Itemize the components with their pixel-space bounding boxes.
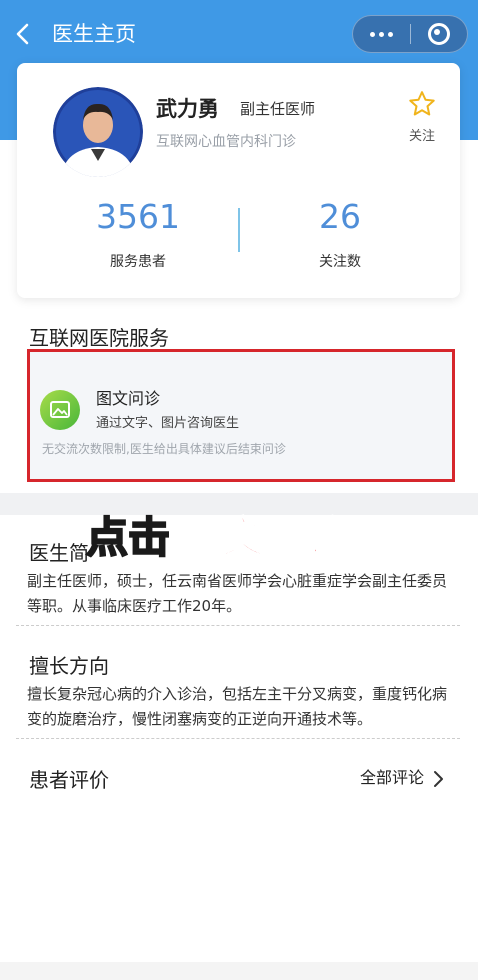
intro-title: 医生简 — [29, 541, 89, 565]
back-arrow-icon — [16, 23, 29, 45]
more-button[interactable] — [353, 16, 410, 52]
overlay-click-text: 点击 — [85, 512, 171, 563]
all-reviews-label: 全部评论 — [360, 768, 425, 787]
stat-value: 3561 — [96, 197, 180, 236]
specialty-text: 擅长复杂冠心病的介入诊治，包括左主干分叉病变，重度钙化病变的旋磨治疗，慢性闭塞病… — [27, 685, 448, 728]
follow-button[interactable]: 关注 — [402, 87, 442, 145]
service-description: 通过文字、图片咨询医生 — [96, 416, 240, 431]
stat-label: 关注数 — [319, 254, 361, 270]
back-button[interactable] — [10, 18, 38, 50]
bottom-strip — [0, 962, 478, 980]
stat-value: 26 — [319, 197, 361, 236]
stat-followers: 26 关注数 — [265, 197, 415, 271]
image-icon — [50, 401, 70, 418]
specialty-title: 擅长方向 — [29, 654, 109, 678]
follow-label: 关注 — [408, 129, 435, 144]
service-note: 无交流次数限制,医生给出具体建议后结束问诊 — [42, 442, 286, 456]
doctor-avatar — [53, 87, 143, 177]
overlay-target-text: 图文问诊 — [179, 512, 349, 563]
reviews-title: 患者评价 — [29, 768, 109, 792]
service-name: 图文问诊 — [96, 389, 161, 408]
miniprogram-capsule — [352, 15, 468, 53]
dashed-divider — [16, 625, 460, 626]
image-text-consult-service[interactable]: 图文问诊 通过文字、图片咨询医生 无交流次数限制,医生给出具体建议后结束问诊 — [27, 349, 455, 482]
stat-served-patients: 3561 服务患者 — [63, 197, 213, 271]
doctor-title: 副主任医师 — [240, 100, 316, 118]
close-button[interactable] — [411, 16, 467, 52]
dashed-divider — [16, 738, 460, 739]
navigation-bar: 医生主页 — [0, 0, 478, 66]
all-reviews-link[interactable]: 全部评论 — [360, 764, 444, 788]
doctor-name: 武力勇 — [156, 97, 219, 121]
intro-text: 副主任医师，硕士，任云南省医师学会心脏重症学会副主任委员等职。从事临床医疗工作2… — [27, 572, 448, 615]
image-text-service-icon — [40, 390, 80, 430]
doctor-card: 武力勇 副主任医师 互联网心血管内科门诊 关注 3561 服务患者 26 关注数 — [17, 63, 460, 298]
stat-divider — [238, 208, 240, 252]
tutorial-instruction-overlay: 点击 图文问诊 — [85, 510, 349, 566]
page-title: 医生主页 — [52, 22, 136, 46]
doctor-department: 互联网心血管内科门诊 — [156, 134, 296, 150]
services-section-title: 互联网医院服务 — [29, 326, 169, 350]
stat-label: 服务患者 — [110, 254, 166, 270]
chevron-right-icon — [434, 770, 444, 787]
star-icon — [409, 91, 435, 116]
